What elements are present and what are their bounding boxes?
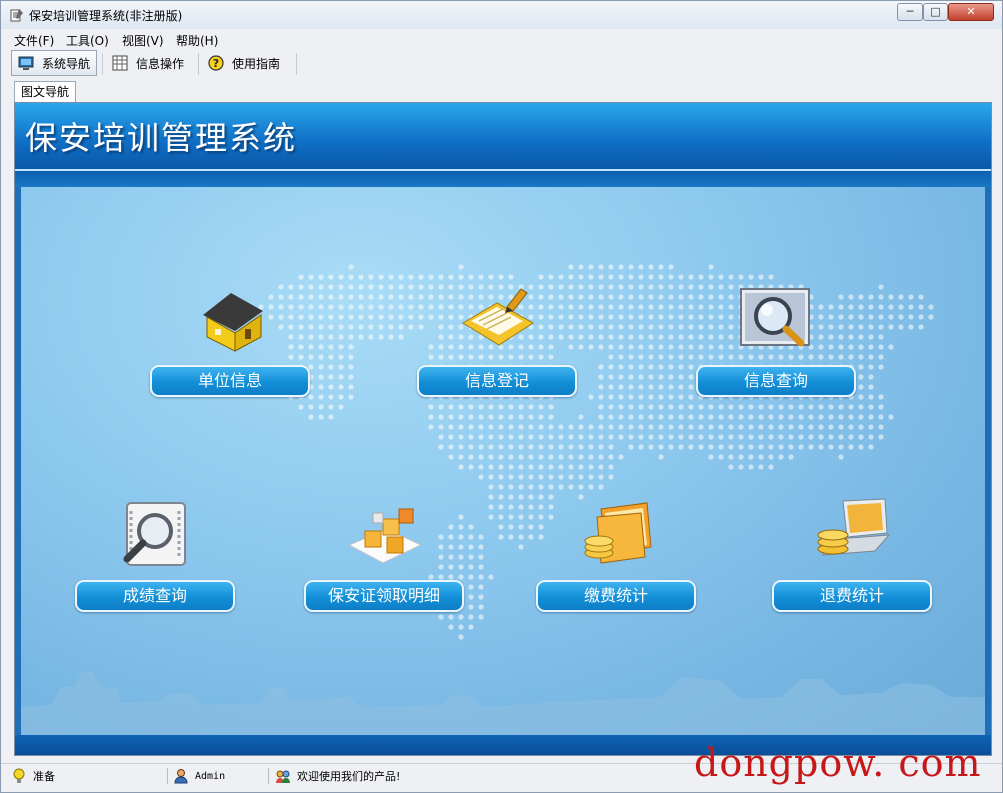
- toolbar: 系统导航 信息操作 ? 使用指南: [9, 50, 994, 78]
- users-group-icon: [276, 770, 290, 783]
- clipboard-pen-icon: [462, 288, 534, 346]
- grid-icon: [112, 55, 128, 71]
- toolbar-system-nav-button[interactable]: 系统导航: [11, 50, 97, 76]
- laptop-coins-icon: [817, 498, 891, 556]
- status-message: 欢迎使用我们的产品!: [275, 766, 400, 786]
- status-state-text: 准备: [33, 770, 55, 783]
- banner-title: 保安培训管理系统: [25, 119, 298, 157]
- menu-view[interactable]: 视图(V): [122, 32, 164, 49]
- toolbar-info-ops-button[interactable]: 信息操作: [106, 50, 194, 76]
- menu-help[interactable]: 帮助(H): [176, 32, 218, 49]
- magnifier-document-icon: [123, 502, 186, 566]
- watermark-text: dongpow. com: [694, 741, 982, 785]
- svg-text:?: ?: [213, 57, 219, 70]
- status-divider: [268, 768, 269, 784]
- status-divider: [167, 768, 168, 784]
- lightbulb-icon: [13, 768, 25, 783]
- user-icon: [174, 769, 188, 784]
- menu-file[interactable]: 文件(F): [14, 32, 54, 49]
- maximize-button[interactable]: □: [923, 3, 948, 21]
- tab-graphic-nav[interactable]: 图文导航: [14, 81, 76, 102]
- nav-stage: 单位信息 信息登记 信息查询 成绩查询 保安证领取明细 缴费统计 退费统计: [21, 187, 985, 735]
- status-user: Admin: [173, 766, 225, 786]
- graphic-nav-panel: 保安培训管理系统 单位信息 信息登记 信息查询 成绩查询 保安证领取明细 缴费统…: [14, 102, 992, 756]
- window-title: 保安培训管理系统(非注册版): [29, 9, 183, 23]
- nav-info-register-button[interactable]: 信息登记: [417, 365, 577, 397]
- status-state: 准备: [11, 766, 55, 786]
- status-user-text: Admin: [195, 770, 226, 782]
- nav-unit-info-button[interactable]: 单位信息: [150, 365, 310, 397]
- app-window: 保安培训管理系统(非注册版) ─ □ ✕ 文件(F) 工具(O) 视图(V) 帮…: [0, 0, 1003, 793]
- monitor-icon: [18, 56, 34, 70]
- toolbar-divider: [102, 53, 103, 75]
- world-map-dots: [258, 264, 934, 640]
- magnifier-screen-icon: [740, 288, 810, 347]
- boxes-icon: [347, 508, 423, 564]
- tab-strip: 图文导航: [1, 81, 1002, 103]
- banner-band: [15, 171, 991, 187]
- banner: 保安培训管理系统: [15, 103, 991, 169]
- close-button[interactable]: ✕: [948, 3, 994, 21]
- menu-tools[interactable]: 工具(O): [66, 32, 109, 49]
- nav-payment-stats-button[interactable]: 缴费统计: [536, 580, 696, 612]
- house-icon: [203, 293, 263, 352]
- nav-refund-stats-button[interactable]: 退费统计: [772, 580, 932, 612]
- toolbar-label: 信息操作: [136, 56, 185, 71]
- city-skyline-silhouette: [21, 671, 985, 735]
- toolbar-label: 系统导航: [42, 56, 91, 71]
- nav-license-detail-button[interactable]: 保安证领取明细: [304, 580, 464, 612]
- nav-score-query-button[interactable]: 成绩查询: [75, 580, 235, 612]
- status-message-text: 欢迎使用我们的产品!: [297, 770, 401, 783]
- nav-info-query-button[interactable]: 信息查询: [696, 365, 856, 397]
- app-icon: [10, 9, 23, 22]
- toolbar-divider: [296, 53, 297, 75]
- minimize-button[interactable]: ─: [897, 3, 923, 21]
- toolbar-guide-button[interactable]: ? 使用指南: [202, 50, 292, 76]
- folder-coins-icon: [584, 502, 652, 564]
- toolbar-divider: [198, 53, 199, 75]
- help-icon: ?: [208, 55, 224, 71]
- title-bar: 保安培训管理系统(非注册版) ─ □ ✕: [1, 1, 1002, 29]
- toolbar-label: 使用指南: [232, 56, 281, 71]
